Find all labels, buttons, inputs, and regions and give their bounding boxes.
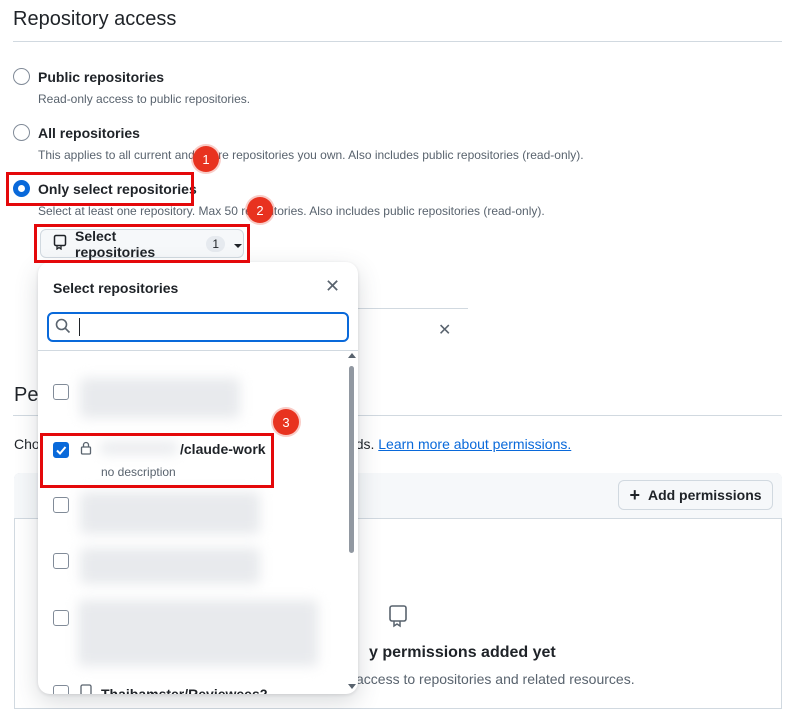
list-item[interactable]: [38, 372, 348, 432]
search-icon: [55, 318, 71, 337]
annotation-box-1: [6, 172, 194, 206]
checkbox[interactable]: [53, 497, 69, 513]
divider: [13, 41, 782, 42]
permissions-desc-prefix: Cho: [14, 436, 40, 452]
radio-button[interactable]: [13, 68, 30, 85]
repo-icon: [80, 684, 92, 694]
empty-state-title: y permissions added yet: [369, 644, 556, 661]
text-cursor: [79, 318, 80, 336]
blurred-repo-name: [80, 378, 240, 418]
radio-description: Read-only access to public repositories.: [38, 92, 251, 106]
close-icon[interactable]: ✕: [325, 276, 340, 297]
divider: [357, 308, 468, 309]
checkbox[interactable]: [53, 384, 69, 400]
learn-more-link[interactable]: Learn more about permissions.: [378, 436, 571, 452]
checkbox[interactable]: [53, 553, 69, 569]
empty-state-description: access to repositories and related resou…: [356, 671, 635, 687]
blurred-repo-name: [80, 548, 260, 584]
radio-public[interactable]: Public repositories: [13, 68, 164, 85]
search-input[interactable]: [88, 319, 328, 335]
scroll-up-icon[interactable]: [348, 353, 356, 358]
add-permissions-button[interactable]: + Add permissions: [618, 480, 773, 510]
popover-title: Select repositories: [53, 280, 179, 296]
radio-label: All repositories: [38, 124, 140, 141]
scrollbar-thumb[interactable]: [349, 366, 354, 553]
search-field[interactable]: [47, 312, 349, 342]
checkbox[interactable]: [53, 610, 69, 626]
repo-name: Thaibamster/Reviewees2: [101, 686, 268, 694]
radio-button[interactable]: [13, 124, 30, 141]
radio-description: Select at least one repository. Max 50 r…: [38, 204, 545, 218]
radio-all[interactable]: All repositories: [13, 124, 140, 141]
list-item[interactable]: [38, 600, 348, 674]
scroll-down-icon[interactable]: [348, 684, 356, 689]
annotation-badge-1: 1: [193, 146, 219, 172]
annotation-box-2: [34, 224, 250, 263]
annotation-badge-3: 3: [273, 409, 299, 435]
divider: [38, 350, 358, 351]
annotation-box-3: [40, 433, 274, 488]
list-item[interactable]: [38, 490, 348, 540]
repo-icon: [388, 604, 408, 631]
add-permissions-label: Add permissions: [647, 487, 762, 503]
list-item[interactable]: Thaibamster/Reviewees2: [38, 682, 348, 694]
close-icon[interactable]: ✕: [438, 320, 451, 340]
plus-icon: +: [629, 485, 640, 505]
list-item[interactable]: [38, 548, 348, 592]
blurred-repo-name: [78, 600, 318, 666]
radio-label: Public repositories: [38, 68, 165, 85]
checkbox[interactable]: [53, 685, 69, 694]
permissions-desc-suffix: ds.: [355, 436, 375, 452]
blurred-repo-name: [80, 492, 260, 534]
section-title: Repository access: [13, 8, 177, 30]
annotation-badge-2: 2: [247, 197, 273, 223]
radio-description: This applies to all current and future r…: [38, 148, 584, 162]
